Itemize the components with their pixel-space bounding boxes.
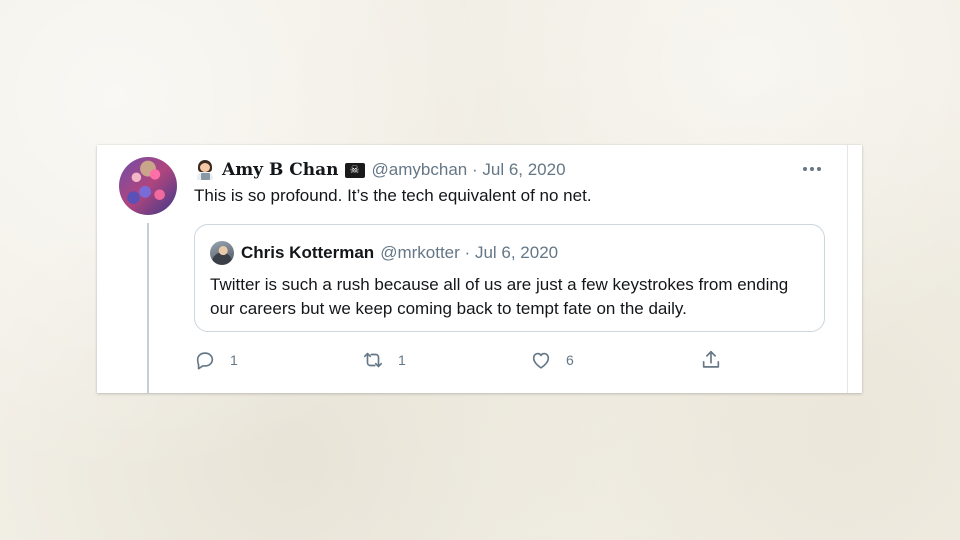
avatar[interactable] xyxy=(119,157,177,215)
quoted-tweet-text: Twitter is such a rush because all of us… xyxy=(210,275,789,318)
tweet-header: Amy B Chan ☠ @amybchan · Jul 6, 2020 xyxy=(194,159,566,181)
woman-technologist-icon xyxy=(194,159,216,181)
pirate-flag-icon: ☠ xyxy=(344,162,365,178)
retweet-button[interactable]: 1 xyxy=(362,348,406,372)
display-name[interactable]: Amy B Chan xyxy=(222,160,339,180)
reply-button[interactable]: 1 xyxy=(194,348,238,372)
handle[interactable]: @amybchan xyxy=(372,160,468,180)
action-bar: 1 1 6 xyxy=(194,348,734,372)
reply-icon xyxy=(196,352,214,370)
like-button[interactable]: 6 xyxy=(530,348,574,372)
tweet-text: This is so profound. It’s the tech equiv… xyxy=(194,186,592,205)
reply-count: 1 xyxy=(230,352,238,368)
more-options-icon[interactable] xyxy=(803,167,821,171)
thread-line xyxy=(147,223,149,393)
separator: · xyxy=(471,160,478,179)
quoted-separator: · xyxy=(464,243,471,262)
quoted-display-name: Chris Kotterman xyxy=(241,243,375,262)
share-button[interactable] xyxy=(700,348,722,372)
quoted-avatar xyxy=(210,241,234,265)
quoted-tweet[interactable]: Chris Kotterman @mrkotter · Jul 6, 2020 … xyxy=(194,224,825,332)
share-icon xyxy=(702,350,720,368)
quoted-date: Jul 6, 2020 xyxy=(474,243,559,262)
timeline-border xyxy=(847,145,848,393)
retweet-icon xyxy=(363,352,383,368)
like-count: 6 xyxy=(566,352,574,368)
quoted-handle: @mrkotter xyxy=(380,243,460,262)
quoted-tweet-header: Chris Kotterman @mrkotter · Jul 6, 2020 xyxy=(210,241,558,265)
retweet-count: 1 xyxy=(398,352,406,368)
tweet-card[interactable]: Amy B Chan ☠ @amybchan · Jul 6, 2020 Thi… xyxy=(97,145,862,393)
tweet-date[interactable]: Jul 6, 2020 xyxy=(482,160,565,180)
heart-icon xyxy=(532,352,550,369)
